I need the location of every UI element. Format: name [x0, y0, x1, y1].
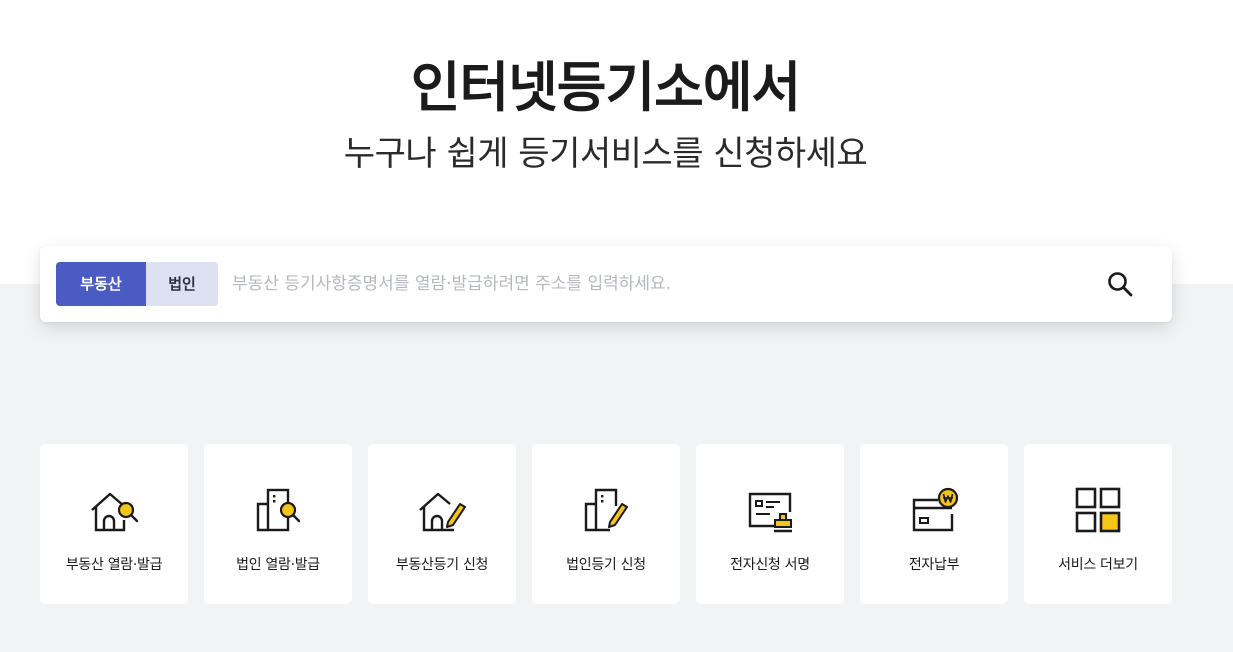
service-card-e-signature[interactable]: 전자신청 서명	[696, 444, 844, 604]
service-label: 부동산등기 신청	[395, 557, 489, 573]
building-search-icon	[256, 488, 301, 532]
service-label: 법인등기 신청	[566, 557, 646, 573]
service-card-realestate-apply[interactable]: 부동산등기 신청	[368, 444, 516, 604]
service-card-more[interactable]: 서비스 더보기	[1024, 444, 1172, 604]
service-label: 서비스 더보기	[1058, 557, 1138, 573]
card-won-icon	[912, 487, 959, 532]
service-card-realestate-view[interactable]: 부동산 열람·발급	[40, 444, 188, 604]
page-title: 인터넷등기소에서	[410, 56, 801, 119]
search-icon	[1108, 272, 1133, 297]
house-pencil-icon	[419, 492, 466, 532]
grid-more-icon	[1075, 487, 1121, 533]
tab-realestate[interactable]: 부동산	[56, 262, 146, 306]
house-search-icon	[91, 492, 139, 532]
tab-corporation[interactable]: 법인	[146, 262, 218, 306]
building-pencil-icon	[584, 488, 628, 532]
search-panel: 부동산 법인	[40, 246, 1172, 322]
service-label: 전자납부	[908, 557, 960, 573]
service-label: 부동산 열람·발급	[65, 557, 163, 573]
service-card-corp-view[interactable]: 법인 열람·발급	[204, 444, 352, 604]
service-label: 전자신청 서명	[730, 557, 810, 573]
search-input[interactable]	[232, 262, 1072, 306]
document-stamp-icon	[748, 492, 792, 533]
service-card-e-payment[interactable]: 전자납부	[860, 444, 1008, 604]
search-button[interactable]	[1100, 266, 1140, 302]
service-label: 법인 열람·발급	[236, 557, 320, 573]
service-card-corp-apply[interactable]: 법인등기 신청	[532, 444, 680, 604]
page-subtitle: 누구나 쉽게 등기서비스를 신청하세요	[343, 134, 868, 174]
